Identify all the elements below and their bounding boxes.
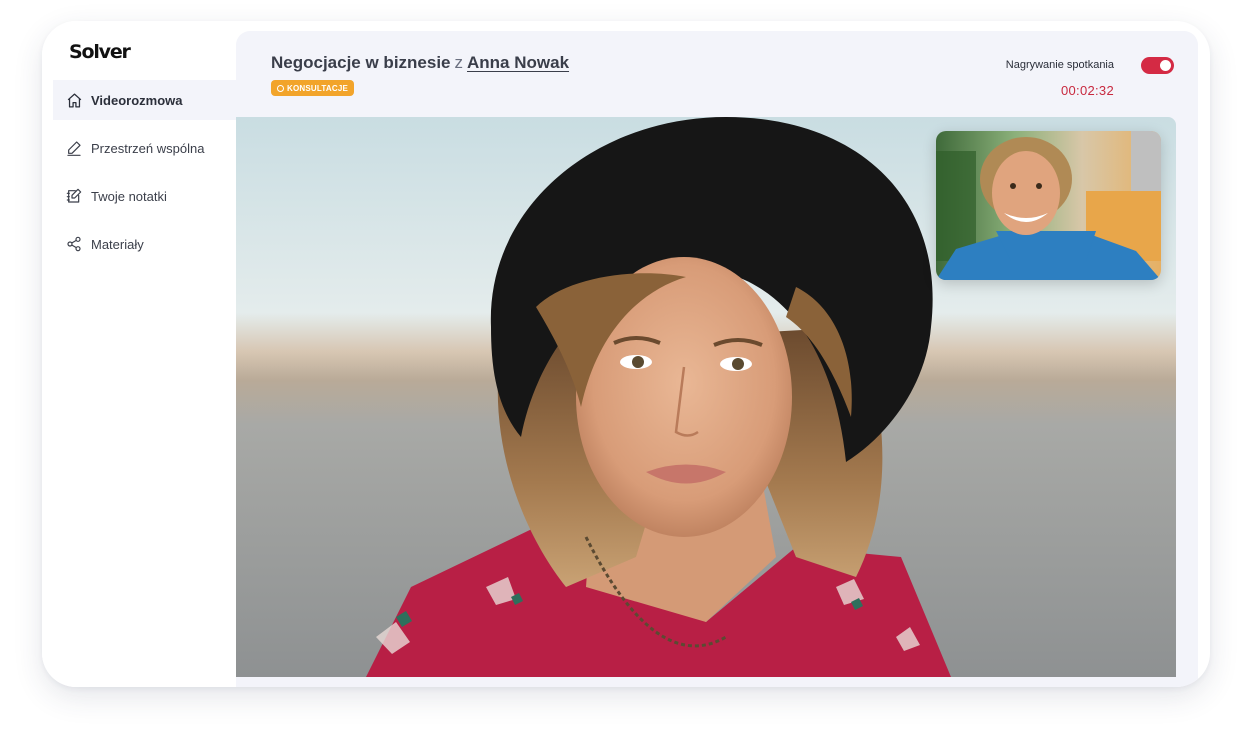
home-icon — [65, 91, 83, 109]
status-badge: KONSULTACJE — [271, 80, 355, 96]
badge-label: KONSULTACJE — [287, 83, 349, 93]
sidebar-item-label: Twoje notatki — [91, 188, 167, 204]
sidebar: Solver Videorozmowa Przestrzeń wspólna T… — [42, 21, 236, 687]
title-separator: z — [454, 53, 464, 72]
pencil-icon — [65, 139, 83, 157]
sidebar-item-label: Materiały — [91, 236, 144, 252]
recording-toggle[interactable] — [1141, 57, 1174, 74]
circle-icon — [277, 84, 284, 92]
meeting-topic: Negocjacje w biznesie — [271, 53, 451, 72]
sidebar-item-przestrzen-wspolna[interactable]: Przestrzeń wspólna — [53, 128, 236, 168]
toggle-knob — [1160, 60, 1171, 71]
sidebar-item-label: Videorozmowa — [91, 92, 183, 108]
meeting-title: Negocjacje w biznesie z Anna Nowak — [271, 53, 569, 73]
logo: Solver — [69, 41, 131, 63]
call-timer: 00:02:32 — [1060, 83, 1114, 98]
sidebar-item-twoje-notatki[interactable]: Twoje notatki — [53, 176, 236, 216]
share-icon — [65, 235, 83, 253]
participant-name-link[interactable]: Anna Nowak — [467, 53, 569, 72]
self-video-feed[interactable] — [936, 131, 1161, 280]
sidebar-item-videorozmowa[interactable]: Videorozmowa — [53, 80, 236, 120]
sidebar-item-label: Przestrzeń wspólna — [91, 140, 205, 156]
app-window: Solver Videorozmowa Przestrzeń wspólna T… — [42, 21, 1210, 687]
sidebar-item-materialy[interactable]: Materiały — [53, 224, 236, 264]
note-edit-icon — [65, 187, 83, 205]
video-call-panel: Negocjacje w biznesie z Anna Nowak KONSULT… — [236, 31, 1198, 687]
recording-label: Nagrywanie spotkania — [1005, 59, 1114, 71]
